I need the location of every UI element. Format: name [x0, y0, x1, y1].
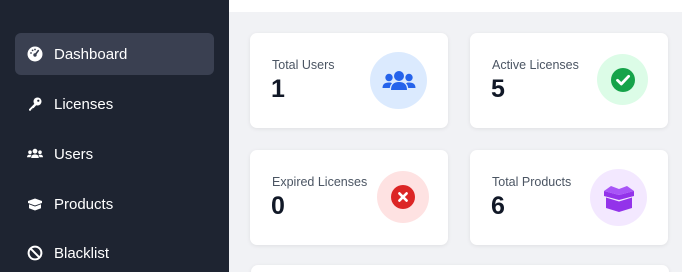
sidebar: Dashboard Licenses Users Products Blackl… — [0, 0, 229, 272]
stat-label: Total Products — [492, 175, 572, 189]
sidebar-item-label: Licenses — [54, 95, 114, 113]
users-icon — [26, 145, 44, 163]
sidebar-item-label: Dashboard — [54, 45, 128, 63]
box-icon — [26, 195, 44, 213]
sidebar-item-licenses[interactable]: Licenses — [15, 83, 214, 125]
sidebar-item-label: Products — [54, 195, 114, 213]
stat-value: 6 — [491, 192, 505, 220]
stat-card-total-products: Total Products 6 — [470, 150, 668, 245]
stat-card-total-users: Total Users 1 — [250, 33, 448, 128]
x-circle-icon — [377, 171, 429, 223]
stat-value: 5 — [491, 75, 505, 103]
top-bar — [229, 0, 682, 12]
ban-icon — [26, 244, 44, 262]
stat-card-expired-licenses: Expired Licenses 0 — [250, 150, 448, 245]
sidebar-item-dashboard[interactable]: Dashboard — [15, 33, 214, 75]
key-icon — [26, 95, 44, 113]
users-icon — [370, 52, 427, 109]
main-content: Total Users 1 Active Licenses 5 Expired … — [229, 0, 682, 272]
stat-label: Expired Licenses — [272, 175, 368, 189]
stat-value: 1 — [271, 75, 285, 103]
stat-label: Total Users — [272, 58, 335, 72]
box-open-icon — [590, 169, 647, 226]
stat-card-active-licenses: Active Licenses 5 — [470, 33, 668, 128]
sidebar-item-users[interactable]: Users — [15, 133, 214, 175]
stat-label: Active Licenses — [492, 58, 579, 72]
dashboard-gauge-icon — [26, 45, 44, 63]
check-circle-icon — [597, 54, 648, 105]
sidebar-item-blacklist[interactable]: Blacklist — [15, 232, 214, 272]
sidebar-item-products[interactable]: Products — [15, 183, 214, 225]
content-panel — [251, 265, 669, 272]
sidebar-item-label: Blacklist — [54, 244, 110, 262]
sidebar-item-label: Users — [54, 145, 94, 163]
stat-value: 0 — [271, 192, 285, 220]
